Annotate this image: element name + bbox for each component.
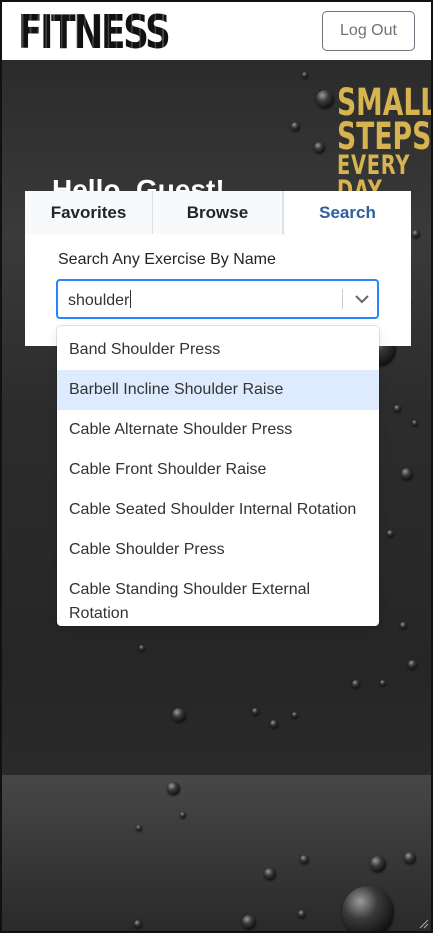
droplet [242,915,256,929]
droplet [352,680,360,688]
droplet [302,72,308,78]
search-input-value[interactable]: shoulder [68,290,132,310]
tab-search[interactable]: Search [283,191,411,235]
options-menu: Band Shoulder Press Barbell Incline Shou… [57,326,379,626]
option-item[interactable]: Cable Front Shoulder Raise [57,450,379,490]
option-item[interactable]: Cable Standing Shoulder External Rotatio… [57,570,379,626]
droplet [400,622,407,629]
droplet [292,712,298,718]
slogan-logo: SMALL STEPS EVERY DAY [337,84,432,204]
droplet [404,852,416,864]
droplet [316,90,334,108]
droplet [387,530,394,537]
droplet [134,920,142,928]
indicator-separator [342,289,343,309]
droplet [394,405,401,412]
exercise-search-select[interactable]: shoulder [56,279,379,319]
option-item[interactable]: Cable Shoulder Press [57,530,379,570]
droplet [300,855,309,864]
droplet [291,122,300,131]
chevron-down-icon[interactable] [350,287,374,311]
droplet [264,868,276,880]
droplet [401,468,413,480]
exercise-card: Favorites Browse Search Search Any Exerc… [25,191,411,346]
tab-browse[interactable]: Browse [153,191,283,234]
option-item[interactable]: Cable Alternate Shoulder Press [57,410,379,450]
droplet [412,230,420,238]
fitness-logo[interactable]: FITNESS [18,7,171,57]
droplet [380,680,386,686]
search-label: Search Any Exercise By Name [58,251,276,268]
slogan-line-2: STEPS [337,115,432,159]
app-frame: Hello, Guest! SMALL STEPS EVERY DAY FITN… [0,0,433,933]
droplet [180,812,186,818]
top-navbar: FITNESS Log Out [2,2,431,60]
resize-handle-icon[interactable] [417,917,429,929]
logout-button[interactable]: Log Out [322,11,415,51]
option-item[interactable]: Barbell Incline Shoulder Raise [57,370,379,410]
option-item[interactable]: Band Shoulder Press [57,330,379,370]
droplet [252,708,259,715]
droplet [270,720,278,728]
droplet [139,645,145,651]
tab-bar: Favorites Browse Search [25,191,411,235]
tab-favorites[interactable]: Favorites [25,191,153,234]
droplet [412,420,418,426]
droplet [298,910,306,918]
droplet [408,660,417,669]
droplet [136,825,142,831]
droplet [172,708,186,722]
droplet [370,856,386,872]
option-item[interactable]: Cable Seated Shoulder Internal Rotation [57,490,379,530]
text-cursor [130,290,132,308]
droplet [342,886,394,931]
droplet [314,142,325,153]
droplet [167,782,180,795]
